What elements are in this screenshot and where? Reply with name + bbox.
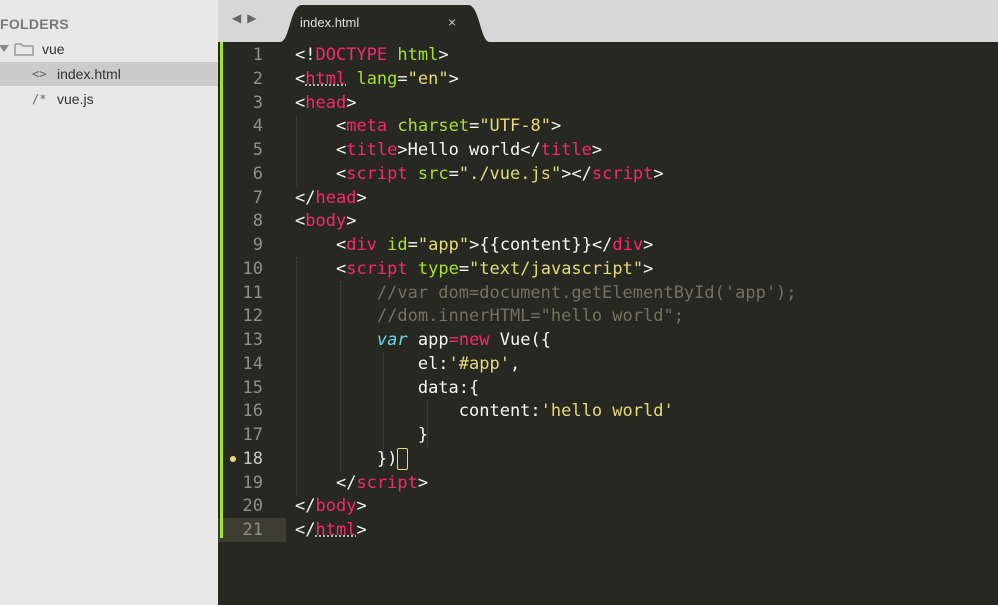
code-editor[interactable]: 1 2 3 4 5 6 7 8 9 10 11 12 13 14 15 16 1…	[218, 42, 998, 605]
line-number: 9	[252, 235, 263, 255]
line-number: 14	[242, 354, 263, 374]
code-line: </head>	[295, 188, 367, 208]
cursor-bracket-highlight	[397, 448, 409, 470]
line-number: 21	[242, 520, 263, 540]
folders-heading: FOLDERS	[0, 16, 69, 32]
code-line: </script>	[335, 473, 429, 493]
folder-row-vue[interactable]: vue	[0, 37, 218, 61]
code-line: //dom.innerHTML="hello world";	[376, 306, 684, 326]
code-file-icon: <>	[32, 67, 47, 81]
line-number: 20	[242, 496, 263, 516]
code-line: <meta charset="UTF-8">	[335, 116, 562, 136]
line-number: 5	[252, 140, 263, 160]
line-number-gutter: 1 2 3 4 5 6 7 8 9 10 11 12 13 14 15 16 1…	[218, 42, 290, 605]
code-line: content:'hello world'	[458, 401, 674, 421]
code-line: //var dom=document.getElementById('app')…	[376, 283, 797, 303]
line-number: 2	[252, 69, 263, 89]
line-number: 19	[242, 473, 263, 493]
line-number: 11	[242, 283, 263, 303]
close-icon[interactable]: ×	[448, 14, 456, 30]
tab-label: index.html	[300, 15, 360, 30]
code-line: data:{	[417, 378, 480, 398]
line-number: 17	[242, 425, 263, 445]
line-number: 18	[242, 449, 263, 469]
line-number: 12	[242, 306, 263, 326]
code-line: <!DOCTYPE html>	[295, 45, 449, 65]
code-line: el:'#app',	[417, 354, 521, 374]
chevron-down-icon[interactable]	[0, 45, 9, 52]
sidebar: FOLDERS vue <> index.html /* vue.js	[0, 0, 218, 605]
line-number: 10	[242, 259, 263, 279]
folder-name: vue	[42, 41, 65, 57]
code-line: </html>	[295, 520, 367, 540]
forward-arrow-icon[interactable]: ▶	[247, 11, 256, 25]
line-number: 15	[242, 378, 263, 398]
code-line: }	[417, 425, 429, 445]
comment-file-icon: /*	[32, 92, 47, 106]
file-row-index-html[interactable]: <> index.html	[0, 62, 218, 86]
code-line: var app=new Vue({	[376, 330, 551, 350]
line-number: 16	[242, 401, 263, 421]
tab-index-html[interactable]: index.html ×	[280, 5, 490, 42]
back-arrow-icon[interactable]: ◀	[232, 11, 241, 25]
line-number: 13	[242, 330, 263, 350]
line-number: 3	[252, 93, 263, 113]
line-number: 7	[252, 188, 263, 208]
code-line: <title>Hello world</title>	[335, 140, 603, 160]
code-line: <head>	[295, 93, 357, 113]
line-number: 8	[252, 211, 263, 231]
file-name: index.html	[57, 66, 121, 82]
file-row-vue-js[interactable]: /* vue.js	[0, 87, 218, 111]
code-line: <html lang="en">	[295, 69, 459, 89]
code-line: <script type="text/javascript">	[335, 259, 654, 279]
code-line: <body>	[295, 211, 357, 231]
code-line: </body>	[295, 496, 367, 516]
code-line: })	[295, 447, 409, 471]
code-line: <div id="app">{{content}}</div>	[335, 235, 654, 255]
tab-bar: ◀ ▶ index.html ×	[218, 0, 998, 42]
folder-icon	[14, 43, 34, 56]
file-name: vue.js	[57, 91, 94, 107]
code-line: <script src="./vue.js"></script>	[335, 164, 664, 184]
line-number: 4	[252, 116, 263, 136]
tab-navigation: ◀ ▶	[232, 11, 262, 25]
line-number: 1	[252, 45, 263, 65]
line-number: 6	[252, 164, 263, 184]
